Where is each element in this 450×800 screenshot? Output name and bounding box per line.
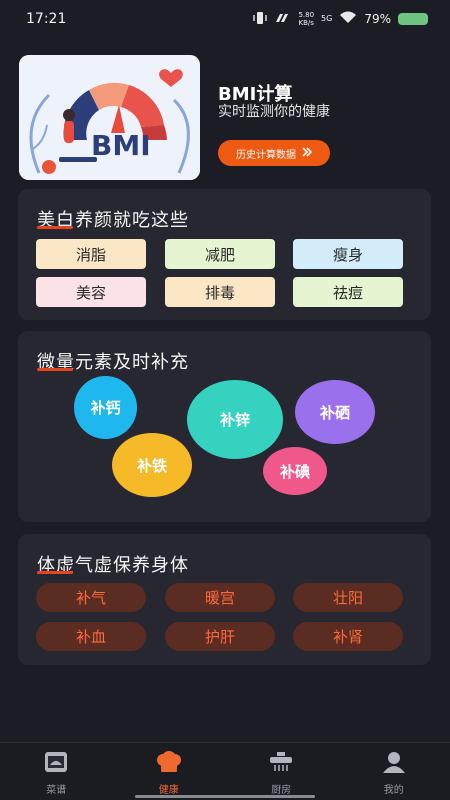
nav-recipes[interactable]: 菜谱 — [0, 743, 113, 800]
whitening-section: 美白养颜就吃这些 消脂 减肥 瘦身 美容 排毒 祛痘 — [18, 189, 431, 320]
status-bar: 17:21 5.80 KB/s 5G 79% — [0, 0, 450, 38]
bubble-calcium[interactable]: 补钙 — [74, 376, 137, 439]
bmi-image-text: BMI — [91, 129, 151, 162]
battery-percent: 79% — [364, 12, 391, 26]
tag-slim[interactable]: 瘦身 — [293, 239, 403, 269]
bubble-iron[interactable]: 补铁 — [112, 433, 192, 497]
history-data-button[interactable]: 历史计算数据 — [218, 140, 330, 166]
title-accent — [37, 571, 73, 574]
nav-profile[interactable]: 我的 — [338, 743, 450, 800]
status-icons: 5.80 KB/s 5G 79% — [252, 11, 428, 27]
network-type: 5G — [321, 14, 333, 23]
pill-blood[interactable]: 补血 — [36, 622, 146, 651]
nav-label: 健康 — [158, 785, 179, 796]
vibrate-icon — [252, 11, 268, 27]
bubble-iodine[interactable]: 补碘 — [263, 447, 327, 495]
tag-acne[interactable]: 祛痘 — [293, 277, 403, 307]
pill-liver[interactable]: 护肝 — [165, 622, 275, 651]
tag-fat-burn[interactable]: 消脂 — [36, 239, 146, 269]
nav-health[interactable]: 健康 — [113, 743, 226, 800]
bubble-zinc[interactable]: 补锌 — [187, 380, 283, 459]
tag-beauty[interactable]: 美容 — [36, 277, 146, 307]
bmi-subtitle: 实时监测你的健康 — [218, 104, 330, 120]
tag-lose-weight[interactable]: 减肥 — [165, 239, 275, 269]
chef-hat-icon — [155, 751, 183, 776]
battery-icon — [398, 13, 428, 25]
kitchen-icon — [268, 751, 294, 776]
recipe-icon — [44, 751, 68, 776]
nfc-icon — [275, 13, 291, 26]
net-speed: 5.80 KB/s — [298, 11, 315, 27]
status-time: 17:21 — [26, 11, 67, 27]
nav-label: 我的 — [383, 785, 404, 796]
nav-label: 厨房 — [271, 785, 292, 796]
nav-label: 菜谱 — [46, 785, 67, 796]
double-chevron-right-icon — [302, 146, 313, 160]
bottom-nav: 菜谱 健康 厨房 我的 — [0, 742, 450, 800]
title-accent — [37, 226, 73, 229]
pill-warm-uterus[interactable]: 暖宫 — [165, 583, 275, 612]
profile-icon — [382, 751, 406, 776]
bmi-illustration[interactable]: BMI — [19, 55, 200, 180]
wifi-icon — [339, 11, 357, 27]
pill-kidney[interactable]: 补肾 — [293, 622, 403, 651]
weak-body-section: 体虚气虚保养身体 补气 暖宫 壮阳 补血 护肝 补肾 — [18, 534, 431, 665]
title-accent — [37, 368, 73, 371]
bubble-selenium[interactable]: 补硒 — [295, 380, 375, 444]
trace-elements-section: 微量元素及时补充 补钙 补锌 补硒 补铁 补碘 — [18, 331, 431, 522]
nav-kitchen[interactable]: 厨房 — [225, 743, 338, 800]
home-indicator[interactable] — [135, 795, 315, 798]
pill-qi[interactable]: 补气 — [36, 583, 146, 612]
tag-detox[interactable]: 排毒 — [165, 277, 275, 307]
history-label: 历史计算数据 — [236, 149, 296, 161]
pill-yang[interactable]: 壮阳 — [293, 583, 403, 612]
